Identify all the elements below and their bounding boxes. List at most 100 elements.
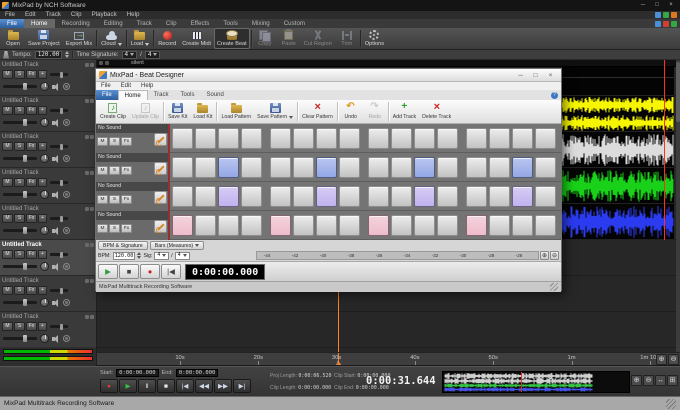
record-button[interactable]: Record: [155, 28, 179, 49]
beat-cell-r4-c1[interactable]: [172, 215, 193, 236]
audio-clip[interactable]: [562, 96, 674, 132]
beat-fx-button[interactable]: Fx: [121, 166, 132, 175]
project-overview[interactable]: [442, 371, 630, 393]
save-kit-button[interactable]: Save Kit: [165, 100, 190, 123]
track-trim-slider[interactable]: [50, 253, 68, 256]
speaker-icon[interactable]: [52, 83, 60, 91]
track-add-effect-button[interactable]: +: [38, 214, 47, 223]
menu-help[interactable]: Help: [122, 11, 145, 19]
track-options-icon[interactable]: [85, 99, 89, 103]
beat-maximize-button[interactable]: □: [528, 72, 543, 79]
track-volume-slider[interactable]: [3, 85, 37, 88]
track-solo-button[interactable]: S: [14, 70, 25, 79]
track-add-effect-button[interactable]: +: [38, 142, 47, 151]
record-arm-icon[interactable]: [63, 155, 70, 162]
clip-lock-icon[interactable]: [99, 61, 103, 65]
speaker-icon[interactable]: [52, 299, 60, 307]
track-row-8[interactable]: Untitled TrackMSFx+: [0, 312, 96, 347]
audio-clip[interactable]: [562, 168, 674, 204]
beat-cell-r2-c2[interactable]: [195, 157, 216, 178]
beat-cell-r1-c13[interactable]: [466, 128, 487, 149]
bpm-signature-button[interactable]: BPM & Signature: [98, 241, 148, 250]
end-time-field[interactable]: 0:00:00.000: [176, 369, 218, 377]
clip-header-bar[interactable]: silent: [97, 60, 680, 67]
track-fx-button[interactable]: Fx: [26, 70, 37, 79]
beat-go-to-start-button[interactable]: |◀: [161, 264, 181, 279]
open-button[interactable]: Open: [1, 28, 25, 49]
beat-cell-r3-c5[interactable]: [270, 186, 291, 207]
beat-cell-r3-c9[interactable]: [368, 186, 389, 207]
beat-sound-settings-button[interactable]: [154, 220, 167, 233]
track-pan-knob[interactable]: [40, 118, 49, 127]
zoom-out-button[interactable]: ⊖: [668, 354, 679, 365]
beat-cell-r1-c8[interactable]: [339, 128, 360, 149]
bottom-zoom-out-button[interactable]: ⊖: [643, 375, 654, 386]
beat-cell-r2-c15[interactable]: [512, 157, 533, 178]
beat-cell-r3-c8[interactable]: [339, 186, 360, 207]
beat-cell-r3-c12[interactable]: [437, 186, 458, 207]
beat-mute-button[interactable]: M: [97, 166, 108, 175]
track-solo-button[interactable]: S: [14, 250, 25, 259]
bpm-spinner[interactable]: [137, 252, 141, 259]
beat-cell-r1-c1[interactable]: [172, 128, 193, 149]
bd-tab-sound[interactable]: Sound: [200, 90, 229, 100]
track-collapse-icon[interactable]: [90, 171, 94, 175]
beat-cell-r1-c10[interactable]: [391, 128, 412, 149]
save-project-button[interactable]: Save Project: [25, 28, 63, 49]
track-collapse-icon[interactable]: [90, 207, 94, 211]
beat-cell-r4-c12[interactable]: [437, 215, 458, 236]
ribbon-shortcut-icon-3[interactable]: [671, 21, 677, 27]
beat-cell-r4-c9[interactable]: [368, 215, 389, 236]
beat-cell-r4-c3[interactable]: [218, 215, 239, 236]
speaker-icon[interactable]: [52, 119, 60, 127]
load-pattern-button[interactable]: Load Pattern: [218, 100, 254, 123]
record-arm-icon[interactable]: [63, 191, 70, 198]
track-trim-slider[interactable]: [50, 217, 68, 220]
load-kit-button[interactable]: Load Kit: [190, 100, 215, 123]
beat-cell-r3-c2[interactable]: [195, 186, 216, 207]
audio-clip[interactable]: [562, 132, 674, 168]
beat-cell-r4-c15[interactable]: [512, 215, 533, 236]
track-add-effect-button[interactable]: +: [38, 106, 47, 115]
zoom-in-button[interactable]: ⊕: [656, 354, 667, 365]
beat-cell-r2-c1[interactable]: [172, 157, 193, 178]
pause-button[interactable]: ‖: [138, 379, 156, 393]
beat-cell-r1-c11[interactable]: [414, 128, 435, 149]
track-fx-button[interactable]: Fx: [26, 250, 37, 259]
time-signature-numerator[interactable]: 4: [122, 51, 138, 59]
beat-cell-r4-c8[interactable]: [339, 215, 360, 236]
track-fx-button[interactable]: Fx: [26, 214, 37, 223]
ribbon-tab-file[interactable]: File: [0, 19, 24, 28]
ribbon-tab-tools[interactable]: Tools: [216, 19, 244, 28]
options-button[interactable]: Options: [362, 28, 387, 49]
beat-cell-r1-c15[interactable]: [512, 128, 533, 149]
beat-cell-r1-c7[interactable]: [316, 128, 337, 149]
track-trim-slider[interactable]: [50, 325, 68, 328]
delete-track-button[interactable]: Delete Track: [419, 100, 454, 123]
track-trim-slider[interactable]: [50, 181, 68, 184]
beat-cell-r2-c11[interactable]: [414, 157, 435, 178]
track-row-2[interactable]: Untitled TrackMSFx+: [0, 96, 96, 132]
track-solo-button[interactable]: S: [14, 106, 25, 115]
beat-minimize-button[interactable]: ─: [513, 72, 528, 79]
track-add-effect-button[interactable]: +: [38, 250, 47, 259]
record-button[interactable]: ●: [100, 379, 118, 393]
beat-sound-settings-button[interactable]: [154, 162, 167, 175]
track-collapse-icon[interactable]: [90, 315, 94, 319]
track-volume-slider[interactable]: [3, 265, 37, 268]
beat-cell-r2-c9[interactable]: [368, 157, 389, 178]
bd-menu-file[interactable]: File: [96, 82, 116, 90]
track-row-1[interactable]: Untitled TrackMSFx+: [0, 60, 96, 96]
beat-cell-r4-c7[interactable]: [316, 215, 337, 236]
beat-sig-denominator-select[interactable]: 4: [175, 252, 190, 260]
bd-tab-home[interactable]: Home: [118, 90, 148, 100]
track-volume-slider[interactable]: [3, 157, 37, 160]
track-row-7[interactable]: Untitled TrackMSFx+: [0, 276, 96, 312]
track-row-6[interactable]: Untitled TrackMSFx+: [0, 240, 96, 276]
beat-cell-r2-c3[interactable]: [218, 157, 239, 178]
beat-cell-r3-c3[interactable]: [218, 186, 239, 207]
track-options-icon[interactable]: [85, 207, 89, 211]
track-pan-knob[interactable]: [40, 298, 49, 307]
ribbon-tab-effects[interactable]: Effects: [184, 19, 217, 28]
beat-resize-grip[interactable]: [550, 283, 558, 291]
